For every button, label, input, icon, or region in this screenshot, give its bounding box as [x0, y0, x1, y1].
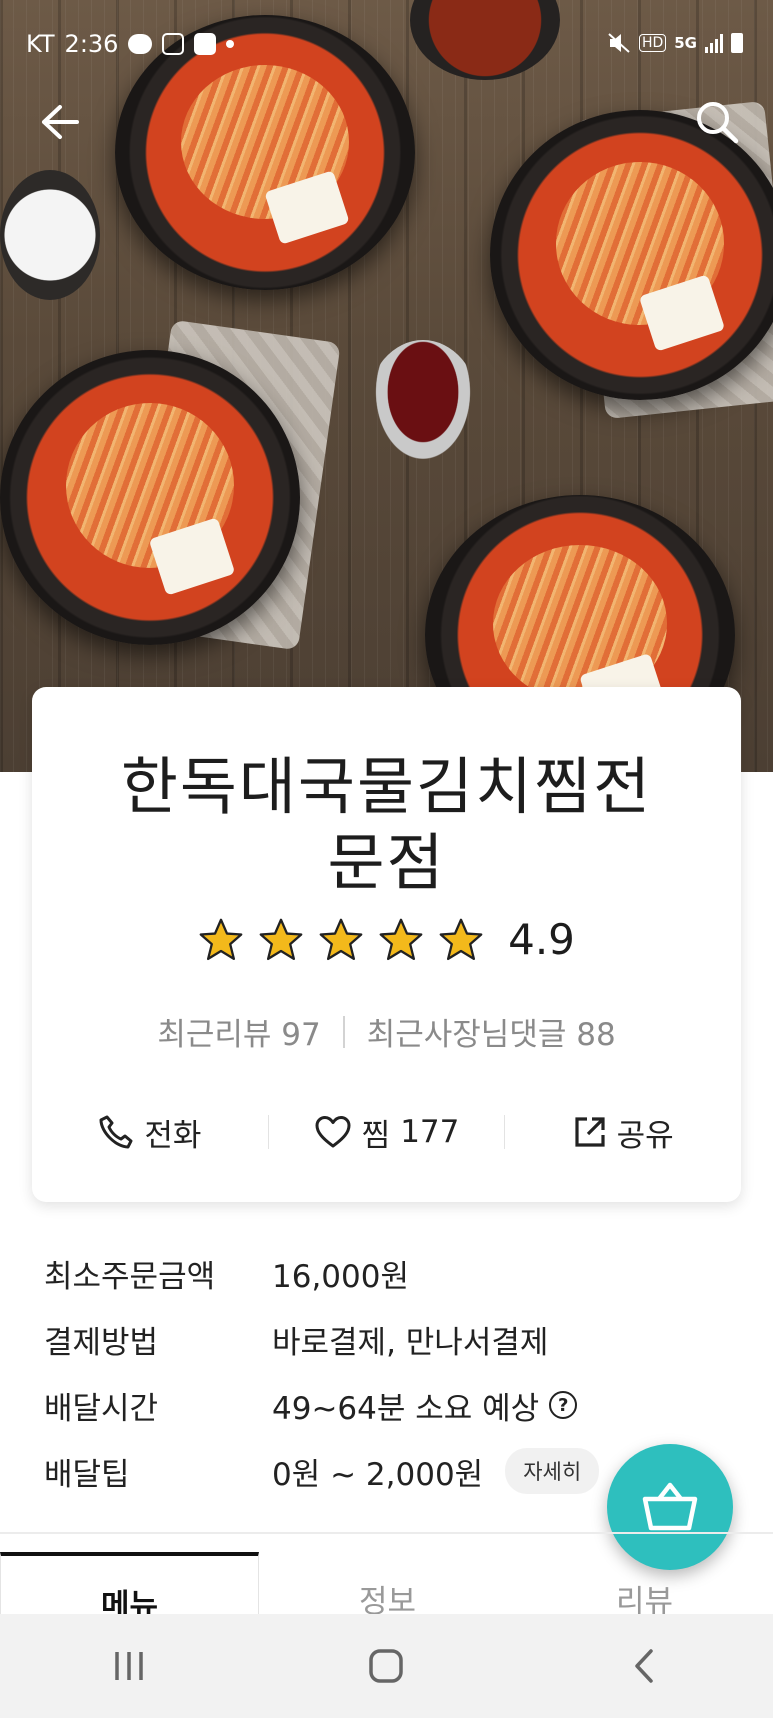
dried-chili-bowl — [368, 340, 478, 470]
favorite-label: 찜 — [361, 1117, 391, 1154]
home-icon — [369, 1649, 404, 1683]
star-icon — [379, 918, 423, 960]
tab-bar: 메뉴 정보 리뷰 — [0, 1552, 773, 1614]
call-label: 전화 — [144, 1117, 202, 1154]
star-icon — [199, 918, 243, 960]
tab-review[interactable]: 리뷰 — [516, 1552, 773, 1614]
min-order-value: 16,000원 — [272, 1258, 409, 1295]
recent-reviews-count: 97 — [281, 1017, 321, 1053]
gallery-icon — [194, 33, 217, 55]
clock: 2:36 — [64, 30, 119, 58]
store-name: 한독대국물김치찜전문점 — [120, 750, 653, 899]
tab-menu[interactable]: 메뉴 — [0, 1552, 259, 1614]
info-row-payment: 결제방법 바로결제, 만나서결제 — [44, 1306, 744, 1372]
recent-apps-icon — [115, 1652, 143, 1680]
star-icon — [259, 918, 303, 960]
recent-reviews-label: 최근리뷰 — [157, 1017, 272, 1053]
mute-icon — [608, 33, 630, 53]
delivery-time-value-wrap: 49~64분 소요 예상 ? — [272, 1383, 578, 1428]
tab-info[interactable]: 정보 — [259, 1552, 516, 1614]
5g-icon: 5G — [674, 34, 697, 52]
share-icon — [575, 1117, 605, 1147]
owner-replies-count: 88 — [576, 1017, 616, 1053]
review-summary: 최근리뷰 97 최근사장님댓글 88 — [32, 1009, 741, 1054]
hd-icon: HD — [638, 34, 667, 52]
kimchi-pot-3 — [0, 350, 300, 645]
call-button[interactable]: 전화 — [32, 1087, 268, 1177]
salt-bowl — [0, 170, 100, 300]
share-label: 공유 — [616, 1117, 674, 1154]
battery-icon — [731, 33, 743, 53]
system-back-button[interactable] — [604, 1636, 684, 1696]
search-button[interactable] — [687, 92, 747, 152]
system-nav-bar — [0, 1614, 773, 1718]
recent-reviews-link[interactable]: 최근리뷰 97 — [157, 1009, 320, 1054]
status-bar: KT 2:36 HD 5G — [0, 0, 773, 90]
instagram-icon — [162, 33, 185, 55]
star-icon — [439, 918, 483, 960]
help-icon[interactable]: ? — [549, 1391, 578, 1419]
delivery-tip-detail-button[interactable]: 자세히 — [505, 1448, 600, 1494]
delivery-time-value: 49~64분 소요 예상 — [272, 1390, 540, 1427]
search-icon — [697, 102, 739, 144]
owner-replies-link[interactable]: 최근사장님댓글 88 — [367, 1009, 616, 1054]
basket-icon — [642, 1482, 698, 1531]
back-button[interactable] — [30, 92, 90, 152]
signal-icon — [705, 33, 723, 53]
payment-key: 결제방법 — [44, 1324, 159, 1361]
favorite-count: 177 — [400, 1114, 460, 1150]
info-row-min-order: 최소주문금액 16,000원 — [44, 1240, 744, 1306]
share-button[interactable]: 공유 — [505, 1087, 741, 1177]
status-left: KT 2:36 — [26, 30, 235, 58]
rating-value: 4.9 — [508, 915, 575, 964]
delivery-tip-key: 배달팁 — [44, 1456, 130, 1493]
arrow-left-icon — [42, 105, 79, 139]
rating-row: 4.9 — [32, 915, 741, 964]
carrier-label: KT — [26, 30, 55, 58]
store-hero-image: KT 2:36 HD 5G — [0, 0, 773, 772]
payment-value: 바로결제, 만나서결제 — [272, 1324, 549, 1361]
review-separator — [342, 1015, 345, 1048]
star-icon — [319, 918, 363, 960]
delivery-time-key: 배달시간 — [44, 1390, 159, 1427]
kimchi-pot-2 — [490, 110, 773, 400]
status-right: HD 5G — [607, 32, 743, 54]
owner-replies-label: 최근사장님댓글 — [366, 1017, 567, 1053]
recent-apps-button[interactable] — [89, 1636, 169, 1696]
section-divider — [0, 1532, 773, 1534]
info-row-delivery-time: 배달시간 49~64분 소요 예상 ? — [44, 1372, 744, 1438]
home-button[interactable] — [346, 1636, 426, 1696]
heart-icon — [315, 1116, 351, 1148]
dot-icon — [226, 40, 235, 48]
favorite-button[interactable]: 찜 177 — [269, 1087, 505, 1177]
delivery-tip-value-wrap: 0원 ~ 2,000원 자세히 — [272, 1448, 600, 1494]
action-row: 전화 찜 177 공유 — [32, 1087, 741, 1177]
kakaotalk-icon — [128, 34, 153, 54]
store-page: KT 2:36 HD 5G 한독대국물김치찜전문점 4.9 최근리뷰 97 최근… — [0, 0, 773, 1718]
chevron-left-icon — [635, 1649, 653, 1683]
min-order-key: 최소주문금액 — [44, 1258, 216, 1295]
store-info-card: 한독대국물김치찜전문점 4.9 최근리뷰 97 최근사장님댓글 88 전화 찜 … — [32, 687, 741, 1202]
phone-icon — [99, 1115, 133, 1149]
delivery-tip-value: 0원 ~ 2,000원 — [272, 1456, 484, 1493]
